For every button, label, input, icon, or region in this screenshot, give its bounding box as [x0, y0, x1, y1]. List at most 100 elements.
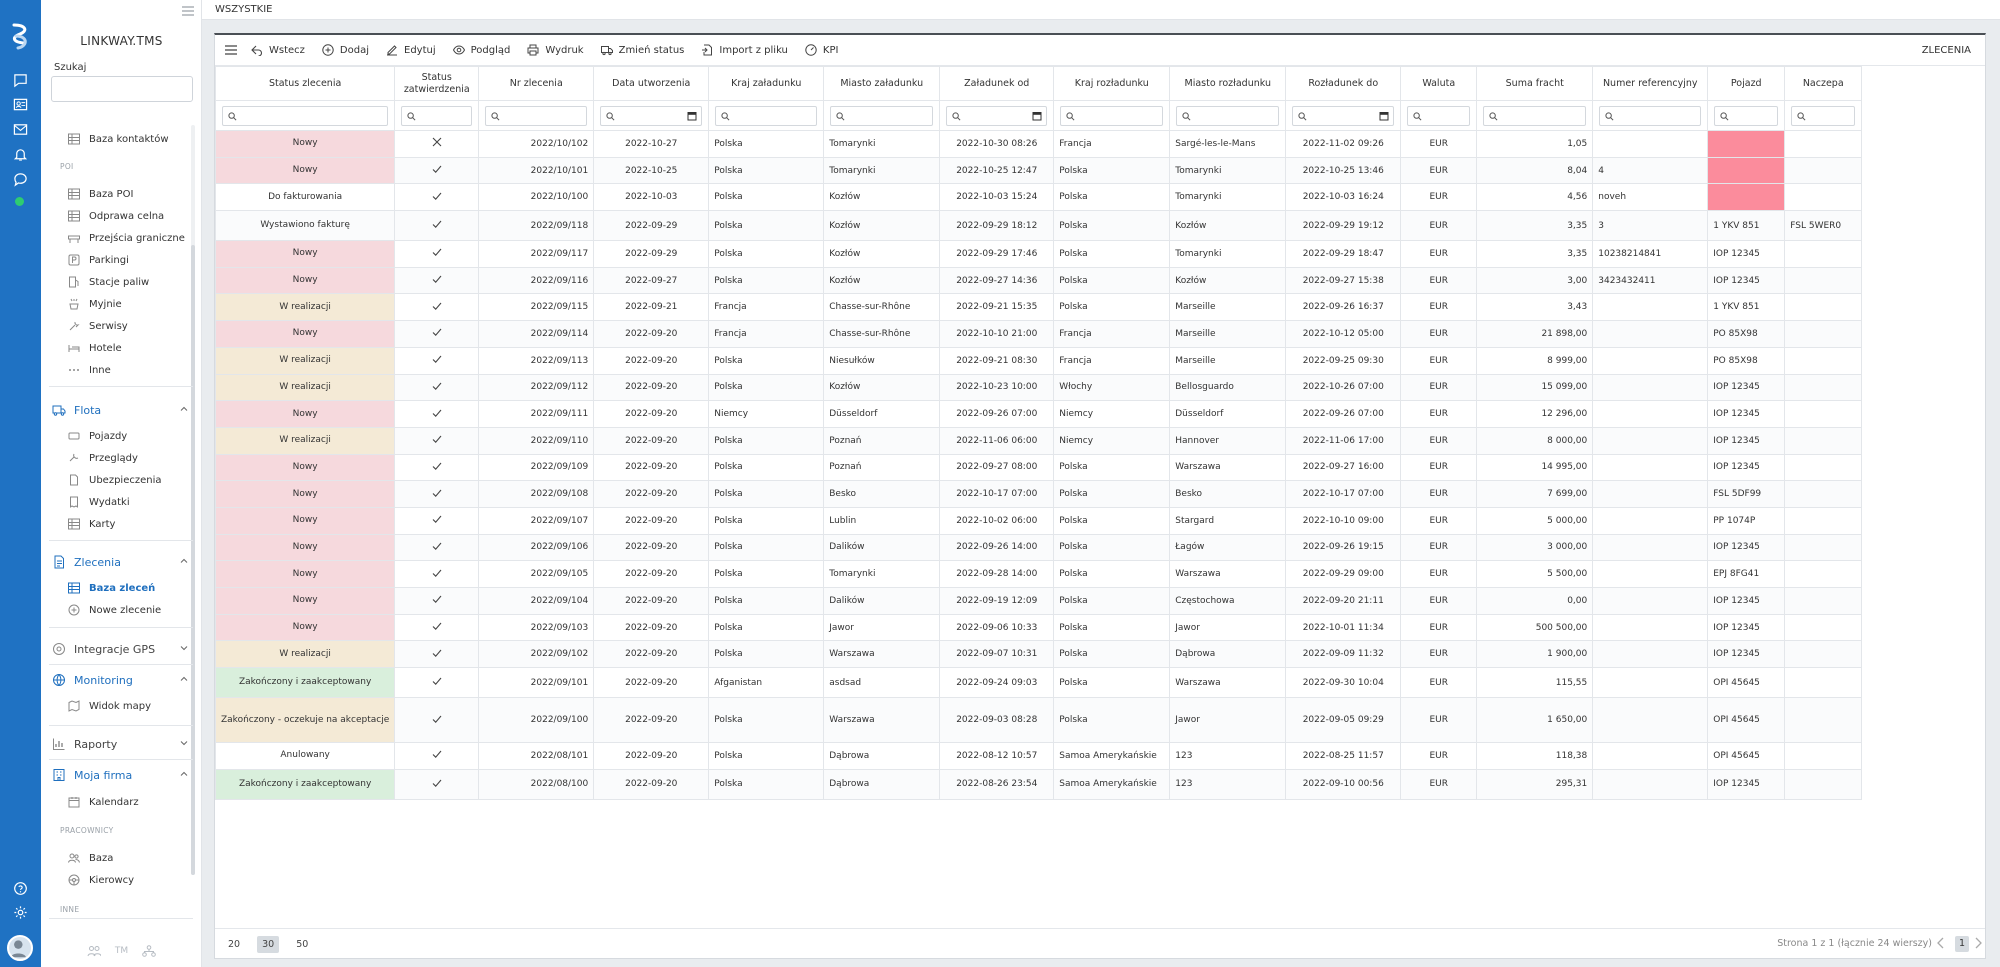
column-filter-input[interactable]	[485, 105, 588, 126]
table-row[interactable]: Nowy 2022/09/109 2022-09-20 Polska Poznań 202…	[214, 453, 1863, 482]
sidebar-group-moja-firma[interactable]: Moja firma	[51, 766, 193, 784]
column-filter-input[interactable]	[1791, 105, 1856, 126]
column-filter-input[interactable]	[222, 105, 389, 126]
column-filter-input[interactable]	[1060, 105, 1164, 126]
page-size-20[interactable]: 20	[223, 936, 245, 953]
table-row[interactable]: Nowy 2022/09/116 2022-09-27 Polska Kozłów 202…	[214, 266, 1863, 295]
chevron-up-icon[interactable]	[179, 556, 189, 566]
tm-label[interactable]: TM	[115, 946, 128, 956]
column-header[interactable]: Załadunek od	[939, 66, 1055, 101]
sidebar-item-ubezpieczenia[interactable]: Ubezpieczenia	[67, 472, 162, 488]
sidebar-item-pojazdy[interactable]: Pojazdy	[67, 428, 127, 444]
kpi-button[interactable]: KPI	[805, 44, 838, 56]
sidebar-item-baza-kontaktow[interactable]: Baza kontaktów	[67, 131, 169, 147]
table-row[interactable]: W realizacji 2022/09/115 2022-09-21 Francja…	[214, 293, 1863, 322]
column-header[interactable]: Numer referencyjny	[1592, 66, 1709, 101]
table-row[interactable]: Nowy 2022/09/105 2022-09-20 Polska Tomarynki…	[214, 560, 1863, 588]
column-filter-input[interactable]	[401, 105, 473, 126]
sidebar-group-zlecenia[interactable]: Zlecenia	[51, 553, 193, 571]
menu-icon[interactable]	[225, 45, 237, 55]
column-filter-input[interactable]	[1599, 105, 1702, 126]
sidebar-item-stacje-paliw[interactable]: Stacje paliw	[67, 274, 149, 290]
sidebar-item-kalendarz[interactable]: Kalendarz	[67, 794, 139, 810]
sidebar-group-monitoring[interactable]: Monitoring	[51, 671, 193, 689]
column-filter-input[interactable]	[1292, 105, 1395, 126]
table-row[interactable]: Nowy 2022/09/107 2022-09-20 Polska Lublin 202…	[214, 506, 1863, 535]
preview-button[interactable]: Podgląd	[452, 44, 510, 56]
chevron-right-icon[interactable]	[1973, 937, 1983, 949]
chevron-left-icon[interactable]	[1936, 937, 1946, 949]
sidebar-item-nowe-zlecenie[interactable]: Nowe zlecenie	[67, 602, 161, 618]
chat-icon[interactable]	[12, 72, 29, 89]
sidebar-item-wydatki[interactable]: Wydatki	[67, 494, 130, 510]
sidebar-item-baza-pracownikow[interactable]: Baza	[67, 850, 113, 866]
sidebar-item-odprawa-celna[interactable]: Odprawa celna	[67, 208, 164, 224]
table-row[interactable]: Nowy 2022/10/101 2022-10-25 Polska Tomarynki…	[214, 156, 1863, 185]
sidebar-item-karty[interactable]: Karty	[67, 516, 115, 532]
column-filter-input[interactable]	[1483, 105, 1587, 126]
table-row[interactable]: Nowy 2022/09/114 2022-09-20 Francja Chasse-s…	[214, 320, 1863, 348]
table-row[interactable]: W realizacji 2022/09/112 2022-09-20 Polska K…	[214, 373, 1863, 402]
page-size-50[interactable]: 50	[291, 936, 313, 953]
chevron-up-icon[interactable]	[179, 769, 189, 779]
table-row[interactable]: Nowy 2022/10/102 2022-10-27 Polska Tomarynki…	[214, 130, 1863, 158]
import-file-button[interactable]: Import z pliku	[701, 44, 788, 56]
settings-icon[interactable]	[12, 904, 29, 921]
table-row[interactable]: Nowy 2022/09/103 2022-09-20 Polska Jawor 2022…	[214, 613, 1863, 642]
back-button[interactable]: Wstecz	[251, 44, 305, 56]
table-row[interactable]: Zakończony i zaakceptowany 2022/08/100 202…	[214, 768, 1863, 800]
sidebar-item-widok-mapy[interactable]: Widok mapy	[67, 698, 151, 714]
column-filter-input[interactable]	[1714, 105, 1779, 126]
mail-icon[interactable]	[12, 121, 29, 138]
print-button[interactable]: Wydruk	[527, 44, 584, 56]
sidebar-group-integracje-gps[interactable]: Integracje GPS	[51, 640, 193, 658]
table-row[interactable]: Zakończony i zaakceptowany 2022/09/101 202…	[214, 667, 1863, 699]
column-header[interactable]: Status zlecenia	[214, 66, 396, 101]
sidebar-group-raporty[interactable]: Raporty	[51, 735, 193, 753]
table-row[interactable]: Anulowany 2022/08/101 2022-09-20 Polska Dąbr…	[214, 742, 1863, 770]
table-row[interactable]: W realizacji 2022/09/113 2022-09-20 Polska N…	[214, 346, 1863, 375]
column-header[interactable]: Nr zlecenia	[478, 66, 595, 101]
column-filter-input[interactable]	[1407, 105, 1471, 126]
column-filter-input[interactable]	[600, 105, 703, 126]
sidebar-item-baza-zlecen[interactable]: Baza zleceń	[67, 580, 155, 596]
table-row[interactable]: Wystawiono fakturę 2022/09/118 2022-09-29 P…	[214, 210, 1863, 242]
users-icon[interactable]	[87, 945, 101, 957]
column-header[interactable]: Data utworzenia	[593, 66, 710, 101]
table-row[interactable]: W realizacji 2022/09/102 2022-09-20 Polska W…	[214, 640, 1863, 669]
chevron-down-icon[interactable]	[179, 738, 189, 748]
comment-icon[interactable]	[12, 171, 29, 188]
sidebar-item-przejscia-graniczne[interactable]: Przejścia graniczne	[67, 230, 185, 246]
column-filter-input[interactable]	[1176, 105, 1280, 126]
calendar-icon[interactable]	[1379, 111, 1389, 121]
calendar-icon[interactable]	[1032, 111, 1042, 121]
column-header[interactable]: Status zatwierdzenia	[394, 66, 480, 101]
user-avatar[interactable]	[7, 935, 33, 961]
sidebar-search-input[interactable]	[51, 76, 193, 102]
column-header[interactable]: Miasto załadunku	[823, 66, 941, 101]
table-row[interactable]: Do fakturowania 2022/10/100 2022-10-03 Pols…	[214, 183, 1863, 212]
sidebar-group-flota[interactable]: Flota	[51, 401, 193, 419]
table-row[interactable]: Nowy 2022/09/117 2022-09-29 Polska Kozłów 202…	[214, 240, 1863, 268]
calendar-icon[interactable]	[687, 111, 697, 121]
table-row[interactable]: Nowy 2022/09/104 2022-09-20 Polska Dalików 20…	[214, 587, 1863, 615]
sidebar-item-baza-poi[interactable]: Baza POI	[67, 186, 133, 202]
table-row[interactable]: W realizacji 2022/09/110 2022-09-20 Polska P…	[214, 426, 1863, 455]
sidebar-item-inne[interactable]: Inne	[67, 362, 111, 378]
app-logo-icon[interactable]	[8, 22, 32, 52]
sidebar-item-kierowcy[interactable]: Kierowcy	[67, 872, 134, 888]
column-header[interactable]: Kraj rozładunku	[1053, 66, 1171, 101]
add-button[interactable]: Dodaj	[322, 44, 369, 56]
column-header[interactable]: Pojazd	[1707, 66, 1786, 101]
column-header[interactable]: Kraj załadunku	[708, 66, 825, 101]
column-filter-input[interactable]	[715, 105, 818, 126]
edit-button[interactable]: Edytuj	[386, 44, 436, 56]
sidebar-item-serwisy[interactable]: Serwisy	[67, 318, 128, 334]
table-row[interactable]: Nowy 2022/09/106 2022-09-20 Polska Dalików 20…	[214, 533, 1863, 562]
help-icon[interactable]	[12, 880, 29, 897]
chevron-up-icon[interactable]	[179, 404, 189, 414]
column-filter-input[interactable]	[946, 105, 1048, 126]
column-header[interactable]: Waluta	[1400, 66, 1478, 101]
change-status-button[interactable]: Zmień status	[600, 44, 684, 56]
page-size-30[interactable]: 30	[257, 935, 280, 953]
